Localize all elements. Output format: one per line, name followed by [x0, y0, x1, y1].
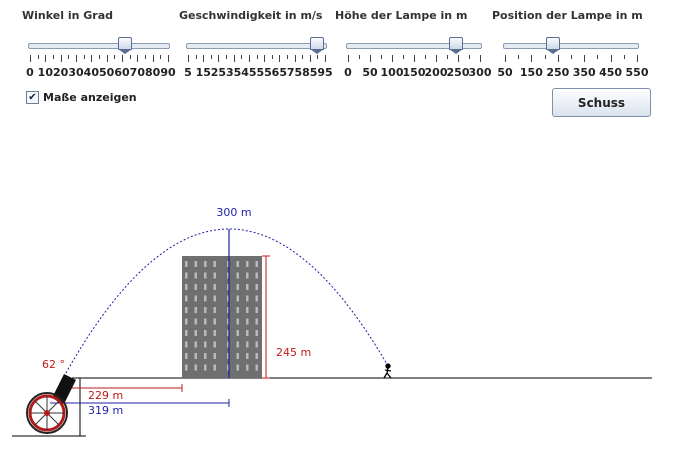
- building-window: [236, 307, 239, 313]
- building-window: [255, 364, 258, 371]
- building-window: [236, 330, 239, 336]
- max-height-label: 300 m: [216, 206, 251, 219]
- building-window: [185, 341, 188, 348]
- building-window: [185, 353, 188, 359]
- building-window: [194, 364, 197, 371]
- building-window: [204, 364, 207, 371]
- building-window: [185, 261, 188, 267]
- building-window: [255, 353, 258, 359]
- building-window: [236, 341, 239, 348]
- building-window: [213, 318, 216, 325]
- building-window: [255, 261, 258, 267]
- building-window: [213, 272, 216, 279]
- building-window: [204, 295, 207, 302]
- building-window: [204, 330, 207, 336]
- building-window: [204, 341, 207, 348]
- building-window: [204, 318, 207, 325]
- building-window: [213, 353, 216, 359]
- building-window: [236, 261, 239, 267]
- building-window: [255, 307, 258, 313]
- building-window: [204, 261, 207, 267]
- lamp-position-label: 229 m: [88, 389, 123, 402]
- building-window: [194, 330, 197, 336]
- building-window: [246, 330, 249, 336]
- angle-label: 62 °: [42, 358, 65, 371]
- building-window: [213, 330, 216, 336]
- building-window: [213, 341, 216, 348]
- building-window: [185, 364, 188, 371]
- building-window: [255, 295, 258, 302]
- building-window: [236, 284, 239, 290]
- building-window: [213, 307, 216, 313]
- building-window: [194, 307, 197, 313]
- building-window: [246, 341, 249, 348]
- building-window: [246, 295, 249, 302]
- building-icon: [182, 256, 262, 378]
- building-window: [194, 353, 197, 359]
- building-window: [255, 284, 258, 290]
- building-window: [213, 295, 216, 302]
- building-window: [185, 330, 188, 336]
- building-window: [204, 272, 207, 279]
- building-window: [236, 364, 239, 371]
- simulation-canvas: 300 m 245 m 229 m 319 m 62 °: [12, 206, 652, 437]
- building-window: [236, 295, 239, 302]
- building-window: [194, 295, 197, 302]
- building-window: [236, 353, 239, 359]
- building-window: [246, 307, 249, 313]
- building-window: [246, 364, 249, 371]
- apex-distance-marker: [50, 399, 230, 407]
- building-window: [204, 284, 207, 290]
- apex-distance-label: 319 m: [88, 404, 123, 417]
- building-window: [204, 307, 207, 313]
- building-window: [236, 272, 239, 279]
- building-window: [213, 261, 216, 267]
- building-window: [185, 318, 188, 325]
- building-window: [236, 318, 239, 325]
- building-window: [255, 318, 258, 325]
- building-window: [185, 272, 188, 279]
- building-window: [185, 284, 188, 290]
- building-window: [194, 341, 197, 348]
- lamp-height-label: 245 m: [276, 346, 311, 359]
- building-window: [246, 318, 249, 325]
- building-window: [246, 261, 249, 267]
- building-window: [255, 341, 258, 348]
- lamp-height-marker: [262, 255, 270, 379]
- building-window: [194, 284, 197, 290]
- building-window: [213, 284, 216, 290]
- building-window: [185, 307, 188, 313]
- building-window: [185, 295, 188, 302]
- building-window: [213, 364, 216, 371]
- building-window: [246, 353, 249, 359]
- person-icon: [383, 363, 392, 379]
- building-window: [204, 353, 207, 359]
- building-window: [246, 272, 249, 279]
- building-window: [194, 261, 197, 267]
- building-window: [194, 272, 197, 279]
- building-window: [255, 330, 258, 336]
- building-window: [255, 272, 258, 279]
- building-window: [246, 284, 249, 290]
- building-window: [194, 318, 197, 325]
